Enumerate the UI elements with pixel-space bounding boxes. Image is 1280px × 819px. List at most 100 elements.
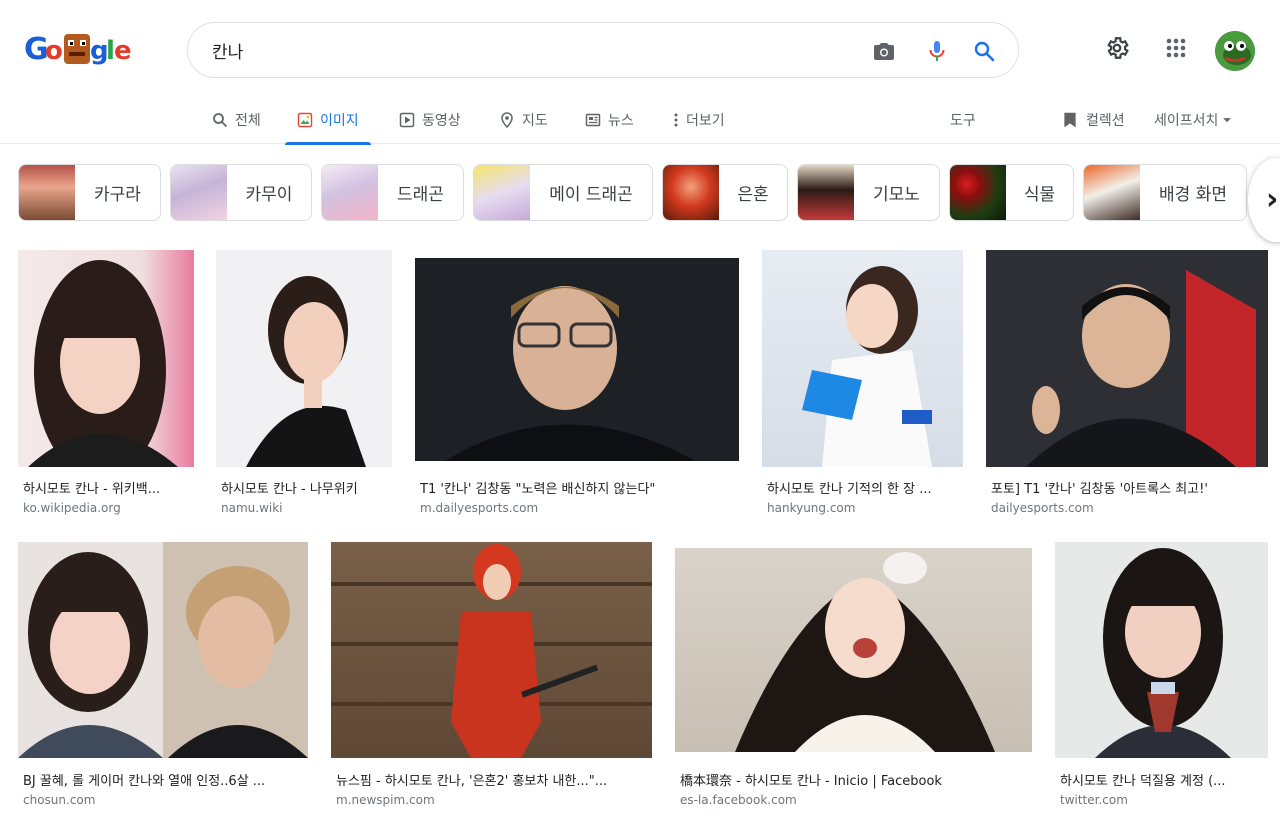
result-source: m.newspim.com [336, 793, 435, 807]
image-result[interactable]: BJ 꿀혜, 롤 게이머 칸나와 열애 인정..6살 ... chosun.co… [18, 542, 308, 812]
chip-thumbnail [322, 165, 378, 220]
chip-related[interactable]: 은혼 [662, 164, 788, 221]
image-result[interactable]: 하시모토 칸나 기적의 한 장 ... hankyung.com [762, 250, 963, 520]
chip-label: 배경 화면 [1159, 185, 1227, 205]
image-icon [297, 112, 313, 128]
map-pin-icon [501, 112, 513, 128]
tab-all[interactable]: 전체 [212, 96, 261, 144]
collections-label: 컬렉션 [1086, 113, 1125, 129]
chip-related[interactable]: 드래곤 [321, 164, 464, 221]
chip-related[interactable]: 카구라 [18, 164, 161, 221]
chip-thumbnail [663, 165, 719, 220]
bookmark-icon [1064, 112, 1076, 128]
result-thumbnail[interactable] [18, 250, 194, 467]
apps-grid-icon[interactable] [1160, 32, 1192, 64]
safesearch-label: 세이프서치 [1154, 113, 1219, 129]
chip-related[interactable]: 배경 화면 [1083, 164, 1247, 221]
logo-letter-o1: o [45, 36, 63, 66]
result-thumbnail[interactable] [675, 548, 1032, 752]
logo-doodle-character [64, 34, 90, 64]
result-source: namu.wiki [221, 501, 283, 515]
image-result[interactable]: 하시모토 칸나 - 위키백... ko.wikipedia.org [18, 250, 194, 520]
image-result[interactable]: 뉴스핌 - 하시모토 칸나, '은혼2' 홍보차 내한..."... m.new… [331, 542, 652, 812]
microphone-icon[interactable] [923, 37, 951, 65]
image-result[interactable]: T1 '칸나' 김창동 "노력은 배신하지 않는다" m.dailyesport… [415, 250, 739, 520]
result-source: hankyung.com [767, 501, 856, 515]
result-thumbnail[interactable] [18, 542, 308, 758]
chip-related[interactable]: 식물 [949, 164, 1074, 221]
search-input[interactable] [212, 35, 832, 65]
tab-maps[interactable]: 지도 [499, 96, 548, 144]
chip-related[interactable]: 메이 드래곤 [473, 164, 653, 221]
tab-label: 지도 [522, 113, 548, 129]
chip-label: 메이 드래곤 [549, 185, 633, 205]
tab-news[interactable]: 뉴스 [585, 96, 634, 144]
tab-images[interactable]: 이미지 [285, 96, 371, 145]
image-result[interactable]: 하시모토 칸나 - 나무위키 namu.wiki [216, 250, 392, 520]
camera-icon[interactable] [870, 37, 898, 65]
tab-videos[interactable]: 동영상 [399, 96, 461, 144]
image-result[interactable]: 하시모토 칸나 덕질용 계정 (... twitter.com [1055, 542, 1268, 812]
settings-icon[interactable] [1101, 32, 1133, 64]
result-source: dailyesports.com [991, 501, 1094, 515]
tab-label: 더보기 [686, 113, 725, 129]
collections-button[interactable]: 컬렉션 [1061, 96, 1125, 144]
google-logo[interactable]: G o g l e [24, 28, 132, 68]
tab-label: 동영상 [422, 113, 461, 129]
more-vert-icon [674, 113, 678, 127]
chip-thumbnail [798, 165, 854, 220]
result-thumbnail[interactable] [331, 542, 652, 758]
logo-letter-e: e [114, 36, 132, 66]
chip-label: 식물 [1023, 185, 1056, 205]
search-icon [213, 113, 228, 128]
result-title[interactable]: 하시모토 칸나 - 위키백... [23, 478, 191, 497]
safesearch-button[interactable]: 세이프서치 [1154, 96, 1233, 144]
chip-thumbnail [474, 165, 530, 220]
news-icon [585, 113, 601, 127]
result-source: twitter.com [1060, 793, 1128, 807]
result-title[interactable]: 하시모토 칸나 기적의 한 장 ... [767, 478, 962, 497]
result-source: chosun.com [23, 793, 96, 807]
search-box[interactable] [187, 22, 1019, 78]
tools-button[interactable]: 도구 [950, 96, 976, 144]
chip-thumbnail [1084, 165, 1140, 220]
play-icon [399, 112, 415, 128]
chips-next-button[interactable]: › [1248, 158, 1280, 242]
image-result[interactable]: 포토] T1 '칸나' 김창동 '아트록스 최고!' dailyesports.… [986, 250, 1268, 520]
chip-label: 카무이 [245, 185, 293, 205]
result-source: m.dailyesports.com [420, 501, 539, 515]
result-title[interactable]: T1 '칸나' 김창동 "노력은 배신하지 않는다" [420, 478, 736, 497]
result-source: ko.wikipedia.org [23, 501, 121, 515]
result-thumbnail[interactable] [762, 250, 963, 467]
result-thumbnail[interactable] [986, 250, 1268, 467]
chip-related[interactable]: 카무이 [170, 164, 312, 221]
result-title[interactable]: 하시모토 칸나 - 나무위키 [221, 478, 391, 497]
result-thumbnail[interactable] [1055, 542, 1268, 758]
chip-thumbnail [950, 165, 1006, 220]
tab-label: 뉴스 [608, 113, 634, 129]
result-thumbnail[interactable] [415, 258, 739, 461]
chip-label: 기모노 [873, 185, 920, 205]
chip-label: 카구라 [94, 185, 141, 205]
tools-label: 도구 [950, 113, 976, 129]
caret-down-icon [1223, 118, 1232, 123]
tab-label: 전체 [235, 113, 261, 129]
search-icon[interactable] [970, 37, 998, 65]
tab-more[interactable]: 더보기 [668, 96, 725, 144]
result-title[interactable]: 하시모토 칸나 덕질용 계정 (... [1060, 770, 1260, 789]
image-result[interactable]: 橋本環奈 - 하시모토 칸나 - Inicio | Facebook es-la… [675, 542, 1032, 812]
chip-thumbnail [171, 165, 227, 220]
result-title[interactable]: 포토] T1 '칸나' 김창동 '아트록스 최고!' [991, 478, 1267, 497]
tab-label: 이미지 [320, 113, 359, 129]
result-source: es-la.facebook.com [680, 793, 797, 807]
chip-label: 드래곤 [397, 185, 444, 205]
chip-thumbnail [19, 165, 75, 220]
result-title[interactable]: 뉴스핌 - 하시모토 칸나, '은혼2' 홍보차 내한..."... [336, 770, 651, 789]
search-tabs: 전체 이미지 동영상 지도 뉴스 더보기 도구 컬렉션 세이프서치 [0, 96, 1280, 145]
chevron-right-icon: › [1266, 182, 1279, 217]
avatar[interactable] [1215, 31, 1255, 71]
result-title[interactable]: BJ 꿀혜, 롤 게이머 칸나와 열애 인정..6살 ... [23, 770, 307, 789]
chip-related[interactable]: 기모노 [797, 164, 940, 221]
result-title[interactable]: 橋本環奈 - 하시모토 칸나 - Inicio | Facebook [680, 770, 1031, 789]
result-thumbnail[interactable] [216, 250, 392, 467]
